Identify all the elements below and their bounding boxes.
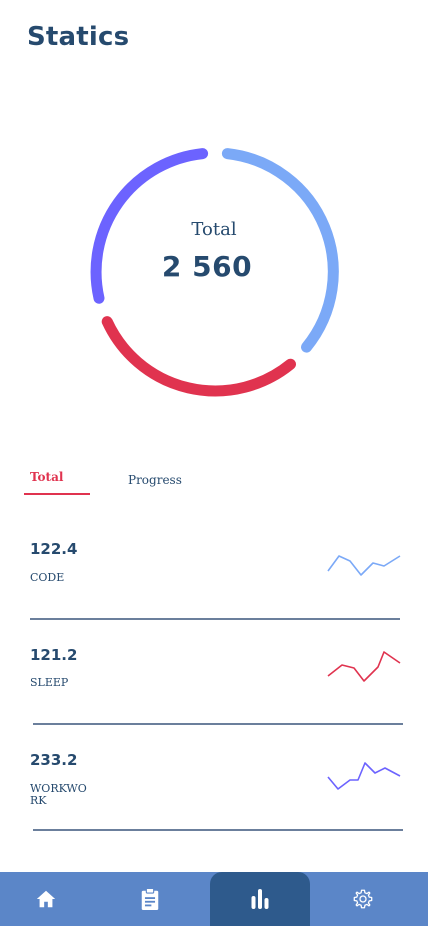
- stat-value: 233.2: [30, 751, 78, 769]
- row-divider: [33, 829, 403, 831]
- row-divider: [33, 723, 403, 725]
- nav-home[interactable]: [16, 872, 76, 926]
- row-divider: [30, 618, 400, 620]
- tab-active-underline: [24, 493, 90, 495]
- donut-center-label: Total: [191, 219, 237, 240]
- sparkline-workwork: [327, 762, 401, 790]
- tab-progress[interactable]: Progress: [128, 473, 182, 487]
- stat-label: SLEEP: [30, 676, 69, 689]
- donut-segment-sleep: [101, 316, 296, 397]
- tab-total[interactable]: Total: [30, 470, 63, 484]
- clipboard-icon: [141, 887, 159, 910]
- donut-chart-svg: [90, 148, 339, 397]
- donut-center-value: 2 560: [161, 250, 253, 283]
- bar-chart-icon: [251, 889, 269, 909]
- stat-label: WORKWORK: [30, 782, 87, 807]
- nav-settings[interactable]: [333, 872, 393, 926]
- stat-value: 122.4: [30, 540, 78, 558]
- stat-value: 121.2: [30, 646, 78, 664]
- gear-icon: [353, 889, 373, 909]
- sparkline-sleep: [327, 651, 401, 682]
- sparkline-code: [327, 555, 401, 576]
- nav-tasks[interactable]: [120, 872, 180, 926]
- donut-chart: Total 2 560: [0, 0, 428, 430]
- bottom-nav: [0, 872, 428, 926]
- home-icon: [36, 890, 56, 908]
- stat-label: CODE: [30, 571, 65, 584]
- nav-statistics[interactable]: [230, 872, 290, 926]
